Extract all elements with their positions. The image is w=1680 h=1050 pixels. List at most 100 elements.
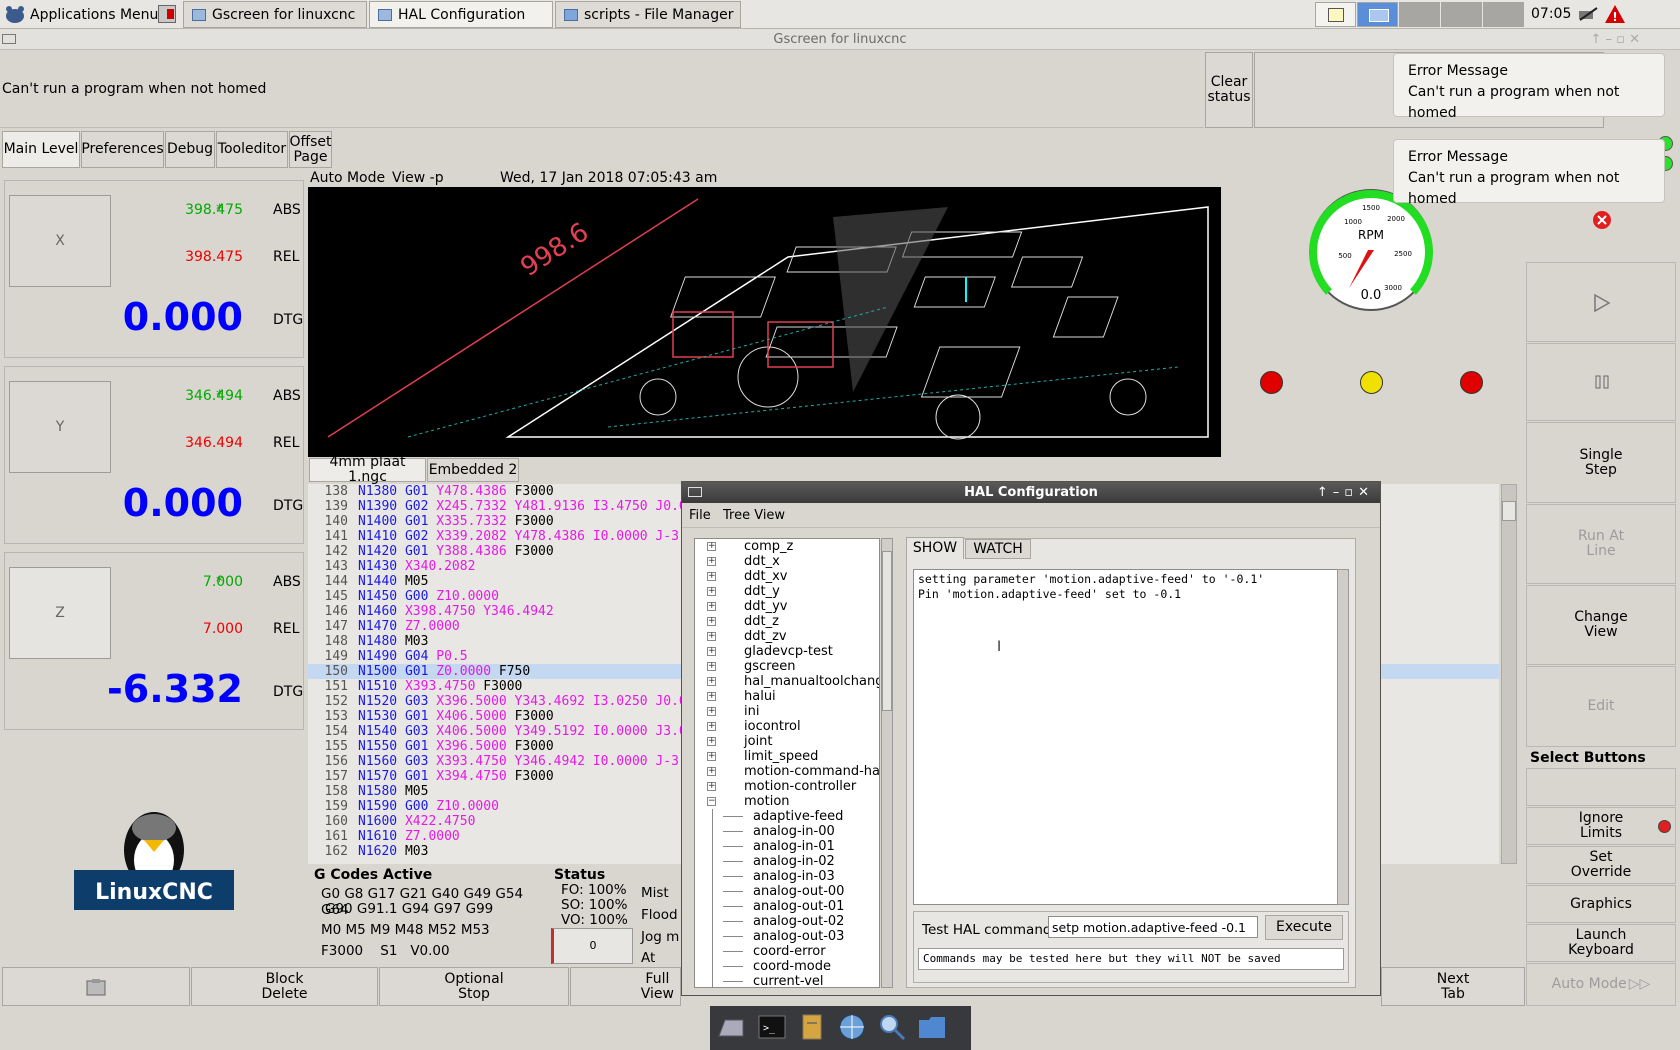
hal-tree[interactable]: + comp_z + ddt_x + ddt_xv + ddt_y + ddt_yv + ddt_z +…	[694, 538, 880, 988]
graphics-button[interactable]: Graphics	[1526, 885, 1676, 923]
tree-item[interactable]: + ddt_z	[695, 614, 879, 629]
workspace-1[interactable]	[1357, 2, 1398, 27]
expand-icon[interactable]: +	[707, 602, 716, 611]
set-override-button[interactable]: Set Override	[1526, 846, 1676, 884]
tree-scrollbar[interactable]	[881, 538, 893, 988]
expand-icon[interactable]: +	[707, 782, 716, 791]
expand-icon[interactable]: +	[707, 647, 716, 656]
hal-output[interactable]: setting parameter 'motion.adaptive-feed'…	[913, 569, 1349, 905]
search-icon[interactable]	[877, 1012, 907, 1042]
tree-item[interactable]: analog-in-01	[695, 839, 879, 854]
task-file-manager[interactable]: scripts - File Manager	[555, 1, 741, 28]
tree-item[interactable]: analog-in-02	[695, 854, 879, 869]
tree-item[interactable]: + motion-controller	[695, 779, 879, 794]
hal-window-controls[interactable]: ↑–▫✕	[1317, 482, 1374, 503]
edit-button[interactable]: Edit	[1526, 666, 1676, 747]
terminal-icon[interactable]: >_	[757, 1012, 787, 1042]
workspace-4[interactable]	[1483, 2, 1524, 27]
web-browser-icon[interactable]	[837, 1012, 867, 1042]
tab-main-level[interactable]: Main Level	[2, 131, 80, 168]
show-desktop-icon[interactable]	[716, 1012, 746, 1042]
tree-item[interactable]: + hal_manualtoolchange	[695, 674, 879, 689]
axis-y-button[interactable]: Y	[9, 381, 111, 473]
folder-icon[interactable]	[917, 1012, 947, 1042]
window-controls[interactable]: ↑ – ▫ ✕	[1591, 29, 1641, 50]
tree-item[interactable]: analog-out-01	[695, 899, 879, 914]
run-button[interactable]	[1526, 262, 1676, 342]
task-hal-configuration[interactable]: HAL Configuration	[369, 1, 553, 28]
ignore-limits-button[interactable]: Ignore Limits	[1526, 807, 1676, 845]
auto-mode-button[interactable]: Auto Mode ▷▷	[1526, 963, 1676, 1006]
hal-command-input[interactable]	[1048, 916, 1258, 938]
collapse-icon[interactable]: −	[707, 797, 716, 806]
tab-show[interactable]: SHOW	[906, 537, 964, 559]
menu-file[interactable]: File	[689, 508, 711, 523]
pause-button[interactable]	[1526, 343, 1676, 421]
tree-item[interactable]: + halui	[695, 689, 879, 704]
tree-item[interactable]: + comp_z	[695, 539, 879, 554]
launch-keyboard-button[interactable]: Launch Keyboard	[1526, 924, 1676, 962]
execute-button[interactable]: Execute	[1265, 915, 1343, 940]
tree-item[interactable]: coord-mode	[695, 959, 879, 974]
tab-debug[interactable]: Debug	[165, 131, 215, 168]
applications-menu-button[interactable]: Applications Menu	[4, 3, 158, 26]
error-notification[interactable]: Error Message Can't run a program when n…	[1393, 139, 1665, 207]
tree-item[interactable]: + ddt_yv	[695, 599, 879, 614]
expand-icon[interactable]: +	[707, 677, 716, 686]
clear-status-button[interactable]: Clear status	[1205, 52, 1253, 128]
window-menu-icon[interactable]	[2, 34, 16, 44]
expand-icon[interactable]: +	[707, 737, 716, 746]
workspace-3[interactable]	[1441, 2, 1482, 27]
optional-stop-button[interactable]: Optional Stop	[379, 967, 569, 1006]
tree-item[interactable]: − motion	[695, 794, 879, 809]
tree-item[interactable]: analog-out-02	[695, 914, 879, 929]
clock[interactable]: 07:05	[1531, 6, 1571, 22]
expand-icon[interactable]: +	[707, 767, 716, 776]
tree-item[interactable]: analog-in-00	[695, 824, 879, 839]
tab-file[interactable]: 4mm plaat 1.ngc	[309, 455, 426, 485]
tab-preferences[interactable]: Preferences	[81, 131, 164, 168]
network-icon[interactable]	[1577, 6, 1599, 22]
warning-icon[interactable]: !	[1604, 4, 1626, 24]
window-menu-icon[interactable]	[688, 487, 702, 497]
toolpath-preview[interactable]: 998.6	[308, 187, 1221, 457]
expand-icon[interactable]: +	[707, 572, 716, 581]
tree-item[interactable]: analog-out-03	[695, 929, 879, 944]
expand-icon[interactable]: +	[707, 752, 716, 761]
gcode-scrollbar[interactable]	[1501, 484, 1517, 864]
tree-item[interactable]: analog-out-00	[695, 884, 879, 899]
tree-item[interactable]: + ddt_x	[695, 554, 879, 569]
tree-item[interactable]: analog-in-03	[695, 869, 879, 884]
tree-item[interactable]: + joint	[695, 734, 879, 749]
file-manager-icon[interactable]	[797, 1012, 827, 1042]
expand-icon[interactable]: +	[707, 632, 716, 641]
tree-item[interactable]: current-vel	[695, 974, 879, 987]
expand-icon[interactable]: +	[707, 662, 716, 671]
error-notification[interactable]: Error Message Can't run a program when n…	[1393, 53, 1665, 121]
logout-icon[interactable]	[158, 5, 176, 23]
change-view-button[interactable]: Change View	[1526, 585, 1676, 665]
axis-z-button[interactable]: Z	[9, 567, 111, 659]
axis-x-button[interactable]: X	[9, 195, 111, 287]
full-view-button[interactable]: Full View	[570, 967, 681, 1006]
tree-item[interactable]: + ddt_y	[695, 584, 879, 599]
tab-offset-page[interactable]: Offset Page	[289, 131, 332, 168]
tree-item[interactable]: + motion-command-handler	[695, 764, 879, 779]
tree-item[interactable]: + ddt_xv	[695, 569, 879, 584]
notes-icon[interactable]	[1315, 2, 1356, 27]
expand-icon[interactable]: +	[707, 557, 716, 566]
tab-watch[interactable]: WATCH	[965, 539, 1031, 559]
expand-icon[interactable]: +	[707, 722, 716, 731]
output-scrollbar[interactable]	[1337, 569, 1349, 905]
expand-icon[interactable]: +	[707, 587, 716, 596]
menu-tree-view[interactable]: Tree View	[723, 508, 785, 523]
single-step-button[interactable]: Single Step	[1526, 422, 1676, 503]
workspace-2[interactable]	[1399, 2, 1440, 27]
tree-item[interactable]: + gscreen	[695, 659, 879, 674]
next-tab-button[interactable]: Next Tab	[1381, 967, 1525, 1006]
tree-item[interactable]: + iocontrol	[695, 719, 879, 734]
tree-item[interactable]: adaptive-feed	[695, 809, 879, 824]
tree-item[interactable]: + gladevcp-test	[695, 644, 879, 659]
run-at-line-button[interactable]: Run At Line	[1526, 504, 1676, 584]
block-delete-button[interactable]: Block Delete	[191, 967, 378, 1006]
